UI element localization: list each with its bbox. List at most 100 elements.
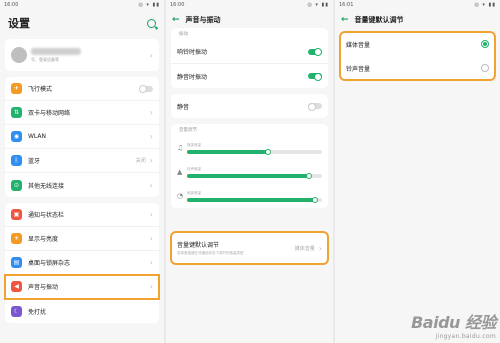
account-card[interactable]: 号、登录设备等 › <box>5 39 159 71</box>
volume-key-default-title: 音量键默认调节 <box>177 242 220 250</box>
chevron-right-icon: › <box>149 50 153 60</box>
page-title: 音量键默认调节 <box>354 15 404 24</box>
settings-row[interactable]: ☀ 显示与亮度 › <box>5 227 159 251</box>
sound-vibration-screen: 16:00 ◎ ▾ ▮▮ ← 声音与振动 振动 响铃时振动 静音时振动 静音 音… <box>166 0 333 343</box>
moon-icon: ☾ <box>11 305 22 317</box>
volume-knob[interactable] <box>312 196 319 203</box>
radio-unselected[interactable] <box>481 64 489 72</box>
settings-row-label: 其他无线连接 <box>28 182 65 190</box>
volume-slider-label: 铃声音量 <box>187 166 201 171</box>
mute-label: 静音 <box>177 103 190 111</box>
settings-row[interactable]: ⇅ 双卡与移动网络 › <box>5 101 159 125</box>
chevron-right-icon: › <box>149 234 153 243</box>
mute-card: 静音 <box>171 94 328 118</box>
volume-knob[interactable] <box>305 172 312 179</box>
music-note-icon: ♫ <box>177 144 184 152</box>
volume-slider[interactable]: 铃声音量 <box>187 166 322 179</box>
volume-slider-label: 闹钟音量 <box>187 190 201 195</box>
notification-icon: ▣ <box>11 209 22 220</box>
account-subtitle: 号、登录设备等 <box>31 56 59 62</box>
settings-group-network: ✈ 飞行模式 ⇅ 双卡与移动网络 › ◉ WLAN › ᛒ 蓝牙 关闭 › ⊙ 其他无线连接 › <box>5 77 159 197</box>
volume-track[interactable] <box>187 196 322 203</box>
volume-option-row[interactable]: 铃声音量 <box>340 56 495 80</box>
nav-bar: ← 声音与振动 <box>166 11 333 28</box>
volume-key-default-screen: 16:01 ◎ ▾ ▮▮ ← 音量键默认调节 媒体音量铃声音量 <box>335 0 500 343</box>
volume-key-default-row[interactable]: 音量键默认调节 选择音量键在非通话状态下调节的音量类型 媒体音量 › <box>170 231 329 265</box>
volume-option-label: 媒体音量 <box>346 41 371 49</box>
ring-vibrate-label: 响铃时振动 <box>177 49 208 56</box>
volume-fill <box>187 149 268 154</box>
settings-row-label: 桌面与锁屏杂志 <box>28 260 71 267</box>
ring-vibrate-row[interactable]: 响铃时振动 <box>171 40 328 64</box>
volume-slider[interactable]: 媒体音量 <box>187 142 322 155</box>
volume-slider-row[interactable]: ▲ 铃声音量 <box>171 160 328 184</box>
volume-options-card: 媒体音量 铃声音量 <box>339 31 496 81</box>
status-time: 16:01 <box>339 2 354 8</box>
volume-key-default-value: 媒体音量 <box>294 245 315 252</box>
settings-row[interactable]: ᛒ 蓝牙 关闭 › <box>5 149 159 173</box>
volume-knob[interactable] <box>265 148 271 155</box>
section-label-vibrate: 振动 <box>179 32 188 37</box>
volume-option-row[interactable]: 媒体音量 <box>340 32 495 56</box>
airplane-mode-toggle[interactable] <box>139 85 153 93</box>
search-icon[interactable] <box>147 18 156 28</box>
settings-row-label: 显示与亮度 <box>28 236 59 243</box>
back-arrow-icon[interactable]: ← <box>172 15 180 25</box>
sim-card-icon: ⇅ <box>11 107 22 118</box>
settings-row-label: 通知与状态栏 <box>28 212 65 219</box>
vibration-card: 振动 响铃时振动 静音时振动 <box>171 28 328 88</box>
settings-row[interactable]: ✈ 飞行模式 <box>5 77 159 101</box>
chevron-right-icon: › <box>149 282 153 291</box>
volume-slider-label: 媒体音量 <box>187 142 201 147</box>
settings-row[interactable]: ◉ WLAN › <box>5 125 159 149</box>
settings-header: 设置 <box>0 11 164 35</box>
ring-vibrate-toggle[interactable] <box>308 48 322 56</box>
volume-option-label: 铃声音量 <box>346 65 371 73</box>
silent-vibrate-label: 静音时振动 <box>177 73 208 81</box>
settings-group-personal: ▣ 通知与状态栏 › ☀ 显示与亮度 › ▤ 桌面与锁屏杂志 › ◀ 声音与振动 › ☾ 免打扰 <box>4 203 160 323</box>
settings-row-label: 双卡与移动网络 <box>28 110 71 117</box>
nav-bar: ← 音量键默认调节 <box>335 11 500 28</box>
chevron-right-icon: › <box>149 108 153 117</box>
volume-fill <box>187 197 316 202</box>
chevron-right-icon: › <box>318 243 322 253</box>
wireless-icon: ⊙ <box>11 179 22 191</box>
volume-slider-row[interactable]: ♫ 媒体音量 <box>171 136 328 160</box>
alarm-icon: ◔ <box>177 192 184 200</box>
account-name-blurred <box>31 47 81 55</box>
bluetooth-icon: ᛒ <box>11 155 22 166</box>
volume-track[interactable] <box>187 172 322 179</box>
chevron-right-icon: › <box>149 210 153 219</box>
watermark-main: Baidu 经验 <box>411 313 496 332</box>
status-bar: 16:01 ◎ ▾ ▮▮ <box>335 0 500 11</box>
status-icons: ◎ ▾ ▮▮ <box>138 2 160 8</box>
section-label-volume: 音量调节 <box>179 128 197 133</box>
settings-row[interactable]: ▣ 通知与状态栏 › <box>5 203 159 227</box>
silent-vibrate-toggle[interactable] <box>308 72 322 81</box>
status-time: 16:00 <box>170 2 185 8</box>
wallpaper-icon: ▤ <box>11 257 22 268</box>
brightness-icon: ☀ <box>11 233 22 244</box>
volume-slider[interactable]: 闹钟音量 <box>187 190 322 203</box>
chevron-right-icon: › <box>149 132 153 141</box>
radio-selected[interactable] <box>481 40 489 48</box>
settings-row[interactable]: ◀ 声音与振动 › <box>4 274 160 300</box>
mute-toggle[interactable] <box>308 102 322 111</box>
settings-row-label: WLAN <box>28 133 47 140</box>
sound-icon: ◀ <box>11 281 22 292</box>
bell-icon: ▲ <box>177 168 183 176</box>
volume-slider-row[interactable]: ◔ 闹钟音量 <box>171 184 328 208</box>
settings-row[interactable]: ▤ 桌面与锁屏杂志 › <box>5 251 159 275</box>
settings-row[interactable]: ☾ 免打扰 <box>5 299 159 323</box>
volume-track[interactable] <box>187 148 322 155</box>
baidu-watermark: Baidu 经验 jingyan.baidu.com <box>411 309 496 340</box>
settings-row[interactable]: ⊙ 其他无线连接 › <box>5 173 159 197</box>
avatar <box>11 47 27 63</box>
silent-vibrate-row[interactable]: 静音时振动 <box>171 64 328 88</box>
mute-row[interactable]: 静音 <box>171 94 328 118</box>
page-title: 设置 <box>8 17 30 30</box>
settings-row-label: 飞行模式 <box>28 86 53 93</box>
settings-row-label: 声音与振动 <box>28 284 59 291</box>
back-arrow-icon[interactable]: ← <box>341 15 349 25</box>
chevron-right-icon: › <box>149 156 153 165</box>
